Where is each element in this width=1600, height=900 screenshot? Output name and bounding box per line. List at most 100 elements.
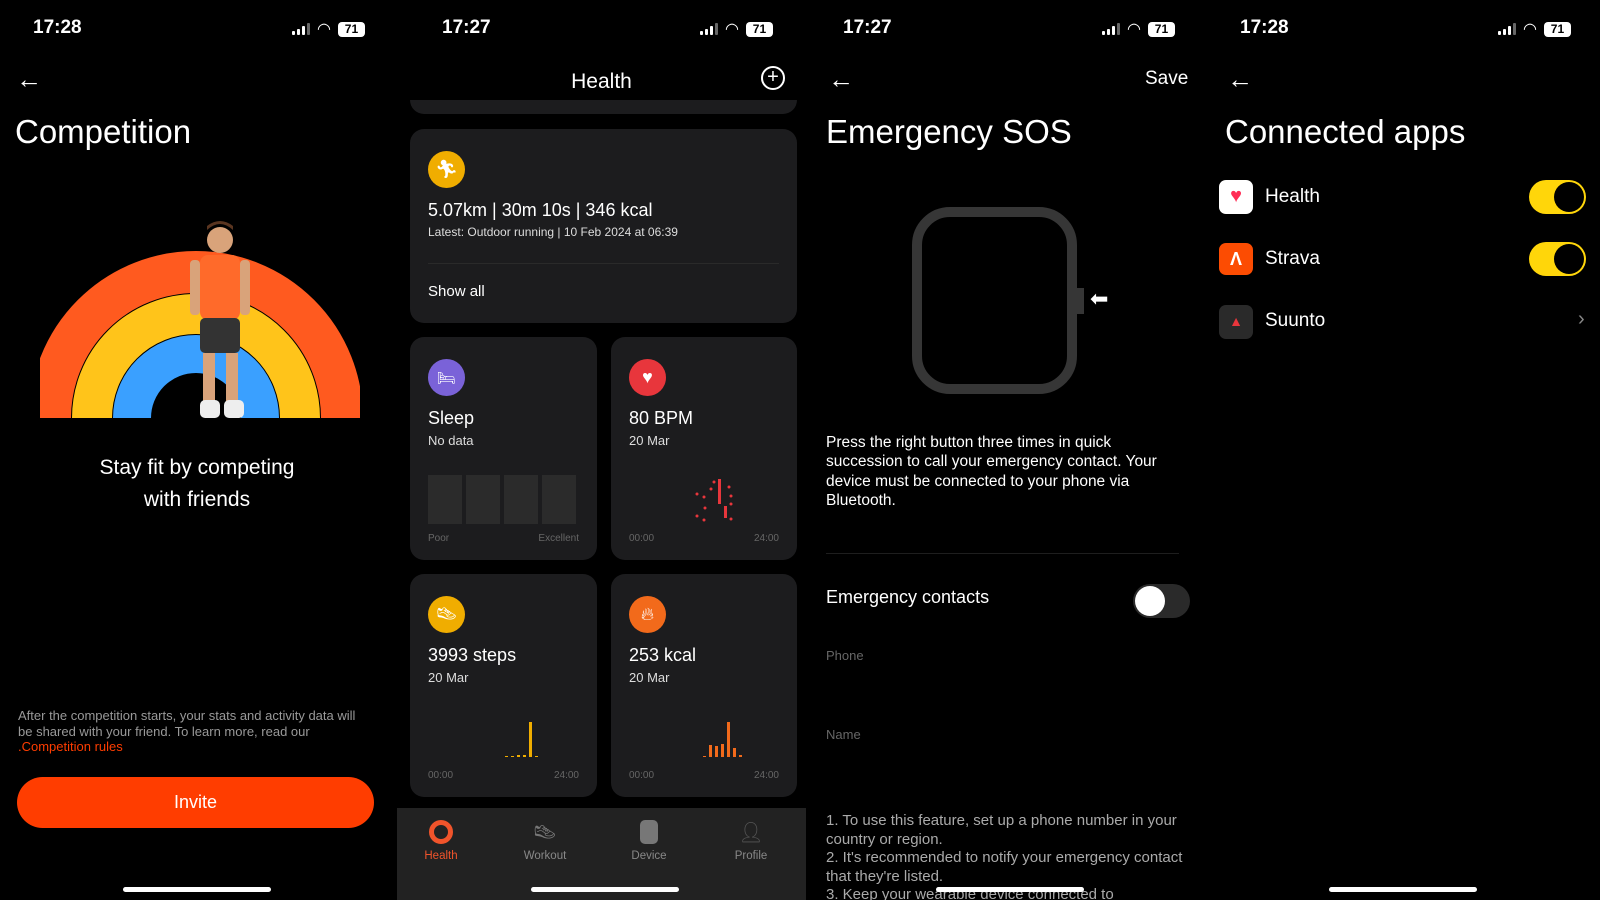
competition-screen: 17:28 ◠ 71 ← Competition Stay fit by comp… bbox=[0, 0, 397, 900]
chevron-right-icon[interactable]: › bbox=[1578, 308, 1585, 331]
sleep-card[interactable]: 🛏︎ Sleep No data Poor Excellent bbox=[410, 337, 597, 560]
calories-sub: 20 Mar bbox=[629, 670, 670, 685]
sos-description: Press the right button three times in qu… bbox=[826, 434, 1157, 509]
workout-summary: 5.07km | 30m 10s | 346 kcal bbox=[428, 200, 653, 220]
app-name: Strava bbox=[1265, 248, 1320, 269]
steps-title: 3993 steps bbox=[428, 645, 517, 665]
wifi-icon: ◠ bbox=[725, 21, 739, 38]
back-arrow-icon[interactable]: ← bbox=[1227, 64, 1253, 95]
wifi-icon: ◠ bbox=[317, 21, 331, 38]
tagline-line-2: with friends bbox=[143, 488, 251, 511]
status-icons: ◠ 71 bbox=[1498, 19, 1571, 39]
status-icons: ◠ 71 bbox=[700, 19, 773, 39]
workout-latest: Latest: Outdoor running | 10 Feb 2024 at… bbox=[428, 225, 678, 239]
steps-chart bbox=[505, 722, 538, 757]
chart-bar bbox=[529, 722, 532, 757]
connected-apps-screen: 17:28 ◠ 71 ← Connected apps ♥ Health Λ St… bbox=[1209, 0, 1600, 900]
status-time: 17:27 bbox=[843, 17, 892, 38]
competition-illustration bbox=[40, 221, 360, 419]
disclaimer: After the competition starts, your stats… bbox=[18, 708, 368, 755]
axis-start: 00:00 bbox=[629, 533, 655, 544]
note: 1. To use this feature, set up a phone n… bbox=[826, 812, 1177, 848]
arrow-left-icon: ⬅ bbox=[1090, 286, 1109, 311]
wifi-icon: ◠ bbox=[1127, 21, 1141, 38]
nav-health[interactable]: Health bbox=[401, 820, 481, 862]
sleep-quality-bars bbox=[428, 475, 576, 524]
chart-bar bbox=[523, 755, 526, 757]
emergency-contacts-toggle[interactable] bbox=[1133, 584, 1190, 618]
save-button[interactable]: Save bbox=[1145, 68, 1188, 90]
health-ring-icon bbox=[429, 820, 453, 844]
divider bbox=[428, 263, 779, 264]
back-arrow-icon[interactable]: ← bbox=[828, 64, 854, 95]
nav-label: Health bbox=[424, 850, 458, 862]
nav-label: Profile bbox=[734, 850, 768, 862]
heart-rate-card[interactable]: ♥ 80 BPM 20 Mar 00:00 24:00 bbox=[611, 337, 797, 560]
divider bbox=[826, 553, 1179, 554]
bed-icon: 🛏︎ bbox=[428, 359, 465, 396]
emergency-sos-screen: 17:27 ◠ 71 ← Save Emergency SOS ⬅ Press t… bbox=[806, 0, 1209, 900]
battery-icon: 71 bbox=[337, 21, 365, 37]
chart-bar bbox=[733, 748, 736, 757]
heart-icon: ♥ bbox=[629, 359, 666, 396]
strava-toggle[interactable] bbox=[1529, 242, 1586, 276]
disclaimer-text: After the competition starts, your stats… bbox=[18, 708, 356, 739]
nav-workout[interactable]: 👟︎ Workout bbox=[505, 820, 585, 862]
note: 2. It's recommended to notify your emerg… bbox=[826, 849, 1183, 885]
chart-bar bbox=[535, 756, 538, 757]
nav-profile[interactable]: 👤︎ Profile bbox=[711, 820, 791, 862]
person-icon: 👤︎ bbox=[738, 822, 764, 844]
chart-bar bbox=[739, 754, 742, 757]
home-indicator bbox=[936, 887, 1084, 892]
competition-rules-link[interactable]: .Competition rules bbox=[18, 739, 123, 754]
previous-card-edge bbox=[410, 100, 797, 114]
shoe-icon: 👟︎ bbox=[532, 822, 558, 844]
health-screen: 17:27 ◠ 71 Health + 🏃︎ 5.07km | 30m 10s |… bbox=[397, 0, 806, 900]
signal-icon bbox=[700, 23, 718, 35]
calories-card[interactable]: 🔥︎ 253 kcal 20 Mar 00:00 24:00 bbox=[611, 574, 797, 797]
battery-icon: 71 bbox=[1543, 21, 1571, 37]
sleep-title: Sleep bbox=[428, 408, 475, 428]
wifi-icon: ◠ bbox=[1523, 21, 1537, 38]
axis-end: 24:00 bbox=[553, 770, 579, 781]
battery-icon: 71 bbox=[1147, 21, 1175, 37]
axis-label-poor: Poor bbox=[428, 533, 450, 544]
steps-card[interactable]: 👟︎ 3993 steps 20 Mar 00:00 24:00 bbox=[410, 574, 597, 797]
nav-device[interactable]: Device bbox=[609, 820, 689, 862]
chart-bar bbox=[715, 745, 718, 757]
status-time: 17:28 bbox=[1240, 17, 1289, 38]
home-indicator bbox=[123, 887, 271, 892]
nav-label: Workout bbox=[523, 850, 567, 862]
calories-title: 253 kcal bbox=[629, 645, 697, 665]
watch-outline-illustration bbox=[912, 207, 1077, 394]
calories-chart bbox=[703, 722, 742, 757]
watch-icon bbox=[640, 820, 658, 844]
page-title: Health bbox=[571, 70, 632, 93]
sleep-sub: No data bbox=[428, 433, 474, 448]
show-all-link[interactable]: Show all bbox=[428, 283, 485, 300]
phone-field[interactable]: Phone bbox=[826, 648, 864, 663]
axis-label-excellent: Excellent bbox=[538, 533, 579, 544]
invite-button[interactable]: Invite bbox=[17, 777, 374, 828]
watch-button bbox=[1076, 288, 1084, 314]
chart-bar bbox=[727, 722, 730, 757]
nav-label: Device bbox=[631, 850, 667, 862]
page-title: Connected apps bbox=[1225, 113, 1466, 150]
toggle-knob bbox=[1135, 586, 1165, 616]
chart-bar bbox=[505, 755, 508, 757]
app-name: Health bbox=[1265, 186, 1320, 207]
workout-card[interactable]: 🏃︎ 5.07km | 30m 10s | 346 kcal Latest: O… bbox=[410, 129, 797, 323]
health-toggle[interactable] bbox=[1529, 180, 1586, 214]
app-name[interactable]: Suunto bbox=[1265, 310, 1325, 332]
axis-start: 00:00 bbox=[428, 770, 454, 781]
back-arrow-icon[interactable]: ← bbox=[16, 64, 42, 95]
steps-sub: 20 Mar bbox=[428, 670, 469, 685]
name-field[interactable]: Name bbox=[826, 727, 861, 742]
axis-start: 00:00 bbox=[629, 770, 655, 781]
shoe-icon: 👟︎ bbox=[428, 596, 465, 633]
tagline: Stay fit by competing with friends bbox=[0, 452, 394, 516]
add-icon[interactable]: + bbox=[761, 66, 785, 90]
status-time: 17:28 bbox=[33, 17, 82, 38]
status-icons: ◠ 71 bbox=[292, 19, 365, 39]
toggle-knob bbox=[1554, 182, 1584, 212]
